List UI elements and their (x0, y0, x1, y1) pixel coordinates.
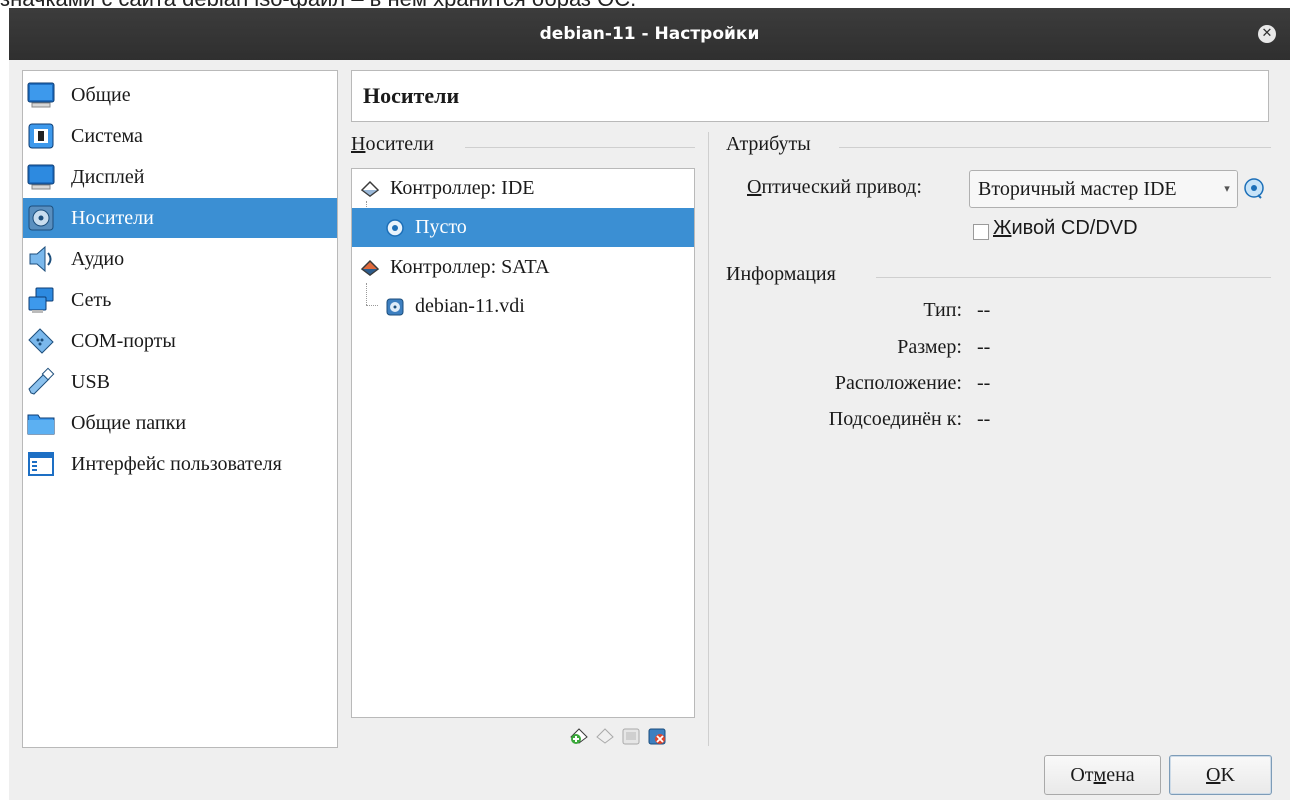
sidebar-item-usb[interactable]: USB (23, 362, 337, 402)
sidebar-item-system[interactable]: Система (23, 116, 337, 156)
storage-group-divider (465, 147, 695, 148)
system-chip-icon (26, 121, 56, 151)
shared-folder-icon (26, 408, 56, 438)
controller-icon (360, 179, 380, 199)
remove-controller-icon[interactable] (595, 726, 615, 746)
settings-sidebar: Общие Система Дисплей Носители Аудио Сет… (22, 70, 338, 748)
info-size-key: Размер: (897, 336, 962, 358)
tree-item-controller-ide[interactable]: Контроллер: IDE (352, 169, 694, 208)
add-attachment-icon[interactable] (621, 726, 641, 746)
ok-button[interactable]: OK (1169, 755, 1272, 795)
info-location-value: -- (977, 372, 991, 394)
storage-disk-icon (26, 203, 56, 233)
sidebar-item-storage[interactable]: Носители (23, 198, 337, 238)
info-size-value: -- (977, 336, 991, 358)
optical-disc-icon (385, 218, 405, 238)
tree-item-empty-optical[interactable]: Пусто (352, 208, 694, 247)
sidebar-item-general[interactable]: Общие (23, 75, 337, 115)
add-controller-icon[interactable] (569, 726, 589, 746)
info-type-value: -- (977, 299, 991, 321)
display-monitor-icon (26, 162, 56, 192)
controller-icon (360, 258, 380, 278)
cancel-button[interactable]: Отмена (1044, 755, 1161, 795)
live-cd-checkbox[interactable] (973, 224, 989, 240)
information-group-label: Информация (726, 263, 836, 285)
storage-tree-toolbar (569, 726, 667, 746)
sidebar-item-shared-folders[interactable]: Общие папки (23, 403, 337, 443)
sidebar-item-user-interface[interactable]: Интерфейс пользователя (23, 444, 337, 484)
sidebar-item-audio[interactable]: Аудио (23, 239, 337, 279)
dialog-title: debian-11 - Настройки (539, 24, 760, 44)
optical-drive-label: Оптический привод: (747, 176, 922, 198)
live-cd-label[interactable]: Живой CD/DVD (993, 217, 1138, 240)
information-group-divider (876, 277, 1271, 278)
audio-speaker-icon (26, 244, 56, 274)
info-type-key: Тип: (923, 299, 962, 321)
close-icon[interactable]: ✕ (1258, 25, 1276, 43)
serial-port-icon (26, 326, 56, 356)
storage-tree[interactable]: Контроллер: IDE Пусто Контроллер: SATA d… (351, 168, 695, 718)
optical-drive-select[interactable]: Вторичный мастер IDE ▾ (969, 170, 1238, 208)
usb-icon (26, 367, 56, 397)
hard-disk-icon (385, 297, 405, 317)
remove-attachment-icon[interactable] (647, 726, 667, 746)
tree-item-controller-sata[interactable]: Контроллер: SATA (352, 248, 694, 287)
pane-divider (708, 132, 709, 746)
page-title: Носители (351, 70, 1269, 122)
network-icon (26, 285, 56, 315)
chevron-down-icon: ▾ (1217, 171, 1237, 207)
general-monitor-icon (26, 80, 56, 110)
settings-dialog: debian-11 - Настройки ✕ Общие Система Ди… (9, 8, 1290, 800)
info-attached-to-value: -- (977, 408, 991, 430)
storage-group-label: Носители (351, 133, 434, 155)
tree-item-disk-image[interactable]: debian-11.vdi (352, 287, 694, 326)
attributes-group-label: Атрибуты (726, 133, 811, 155)
info-attached-to-key: Подсоединён к: (828, 408, 962, 430)
choose-disk-icon[interactable] (1243, 177, 1265, 199)
dialog-titlebar: debian-11 - Настройки ✕ (9, 8, 1290, 60)
attributes-group-divider (839, 147, 1271, 148)
sidebar-item-serial-ports[interactable]: COM-порты (23, 321, 337, 361)
sidebar-item-display[interactable]: Дисплей (23, 157, 337, 197)
sidebar-item-network[interactable]: Сеть (23, 280, 337, 320)
user-interface-icon (26, 449, 56, 479)
info-location-key: Расположение: (834, 372, 962, 394)
